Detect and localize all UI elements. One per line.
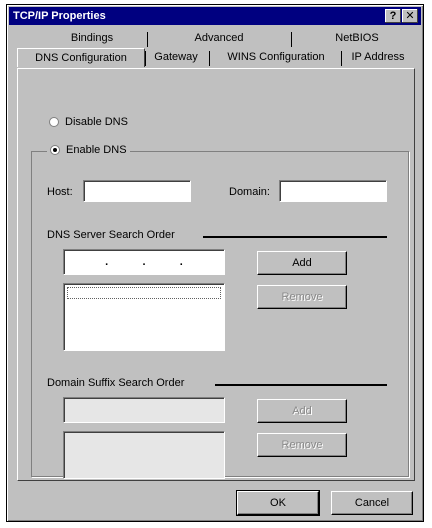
tab-advanced[interactable]: Advanced xyxy=(165,29,273,48)
tab-ip-address[interactable]: IP Address xyxy=(343,48,413,67)
ip-dot: . xyxy=(179,256,183,268)
disable-dns-radio[interactable] xyxy=(49,117,59,127)
tab-divider xyxy=(341,51,342,66)
help-icon[interactable]: ? xyxy=(385,9,401,23)
domain-label: Domain: xyxy=(229,186,270,198)
domain-suffix-section-title: Domain Suffix Search Order xyxy=(47,377,185,389)
cancel-button-label: Cancel xyxy=(354,497,390,509)
tab-divider xyxy=(147,32,148,47)
dns-server-list[interactable] xyxy=(63,283,225,351)
remove-button-label: Remove xyxy=(281,439,323,451)
domain-input[interactable] xyxy=(279,180,387,202)
tab-bindings[interactable]: Bindings xyxy=(47,29,137,48)
host-input[interactable] xyxy=(83,180,191,202)
ok-button[interactable]: OK xyxy=(236,490,320,516)
tab-netbios[interactable]: NetBIOS xyxy=(307,29,407,48)
enable-dns-radio[interactable] xyxy=(50,145,60,155)
host-label: Host: xyxy=(47,186,73,198)
add-button-label: Add xyxy=(292,257,312,269)
disable-dns-label: Disable DNS xyxy=(65,116,128,128)
ip-dot: . xyxy=(142,256,146,268)
tcpip-properties-window: TCP/IP Properties ? ✕ Bindings Advanced … xyxy=(6,4,424,522)
tab-divider xyxy=(209,51,210,66)
close-icon[interactable]: ✕ xyxy=(402,9,418,23)
tab-gateway[interactable]: Gateway xyxy=(147,48,205,67)
dns-server-remove-button[interactable]: Remove xyxy=(257,285,347,309)
ip-octet-separators: . . . xyxy=(64,250,224,274)
section-divider xyxy=(215,384,387,386)
dns-server-section-title: DNS Server Search Order xyxy=(47,229,175,241)
enable-dns-option[interactable]: Enable DNS xyxy=(47,144,130,156)
domain-suffix-remove-button[interactable]: Remove xyxy=(257,433,347,457)
title-bar: TCP/IP Properties ? ✕ xyxy=(9,7,421,25)
dns-server-ip-input[interactable]: . . . xyxy=(63,249,225,275)
list-item[interactable] xyxy=(67,287,221,299)
domain-suffix-add-button[interactable]: Add xyxy=(257,399,347,423)
section-divider xyxy=(203,236,387,238)
ok-button-label: OK xyxy=(270,497,286,509)
disable-dns-option[interactable]: Disable DNS xyxy=(49,116,128,128)
tab-divider xyxy=(145,51,146,66)
tab-dns-configuration[interactable]: DNS Configuration xyxy=(17,48,145,67)
domain-suffix-list[interactable] xyxy=(63,431,225,479)
tab-divider xyxy=(291,32,292,47)
dns-server-add-button[interactable]: Add xyxy=(257,251,347,275)
domain-suffix-input[interactable] xyxy=(63,397,225,423)
cancel-button[interactable]: Cancel xyxy=(331,491,413,515)
enable-dns-label: Enable DNS xyxy=(66,144,127,156)
remove-button-label: Remove xyxy=(281,291,323,303)
ip-dot: . xyxy=(105,256,109,268)
add-button-label: Add xyxy=(292,405,312,417)
tab-wins-configuration[interactable]: WINS Configuration xyxy=(213,48,339,67)
window-title: TCP/IP Properties xyxy=(13,10,106,22)
